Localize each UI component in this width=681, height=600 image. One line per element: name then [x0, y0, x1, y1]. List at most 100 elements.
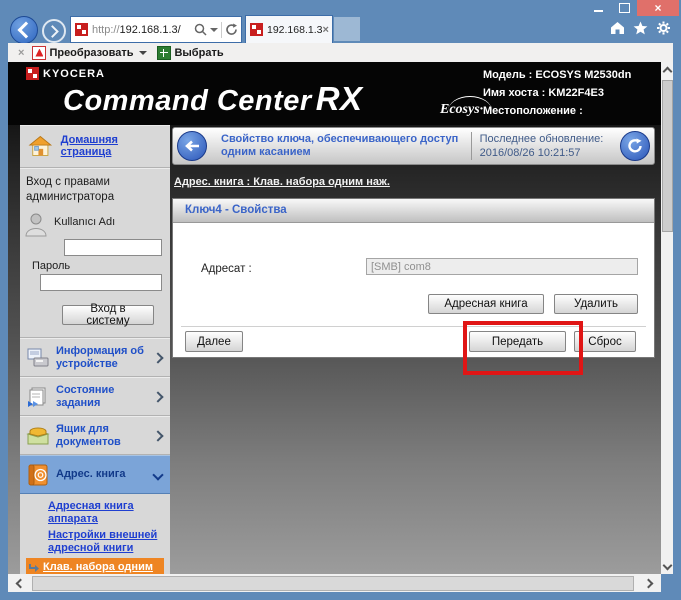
- vertical-scrollbar[interactable]: [661, 62, 673, 574]
- breadcrumb-link[interactable]: Адрес. книга : Клав. набора одним наж.: [174, 176, 390, 188]
- last-update-time: 2016/08/26 10:21:57: [480, 146, 616, 160]
- tab-favicon: [250, 23, 263, 36]
- chevron-right-icon: [152, 430, 163, 441]
- url-host: 192.168.1.3/: [120, 24, 181, 36]
- sidebar-item-address-book[interactable]: Адрес. книга: [20, 455, 170, 494]
- page-info-bar: Свойство ключа, обеспечивающего доступ о…: [172, 127, 655, 165]
- refresh-button[interactable]: [620, 131, 650, 161]
- scroll-left-button[interactable]: [8, 574, 30, 592]
- admin-login-heading: Вход с правами администратора: [24, 173, 166, 211]
- toolbar-close-icon[interactable]: ×: [18, 47, 24, 59]
- login-button[interactable]: Вход в систему: [62, 305, 154, 325]
- device-hostname: Имя хоста : KM22F4E3: [483, 84, 653, 102]
- pdf-convert-icon: [32, 46, 46, 60]
- window-controls: ×: [585, 0, 679, 16]
- app-title-suffix: RX: [316, 80, 363, 117]
- sidebar-item-label: Состояние задания: [56, 384, 148, 410]
- tab-close-icon[interactable]: ×: [322, 24, 333, 36]
- chevron-right-icon: [152, 391, 163, 402]
- back-button[interactable]: [10, 16, 38, 44]
- search-dropdown-icon[interactable]: [210, 28, 218, 32]
- submenu-item-one-touch-keys-active[interactable]: Клав. набора одним наж.: [26, 558, 164, 574]
- admin-login-section: Вход с правами администратора Kullanıcı …: [20, 168, 170, 338]
- chevron-right-icon: [152, 352, 163, 363]
- address-book-submenu: Адресная книга аппарата Настройки внешне…: [20, 494, 170, 574]
- favorites-star-icon[interactable]: [633, 21, 648, 35]
- divider: [221, 22, 222, 38]
- submenu-link-external-address-book[interactable]: Настройки внешней адресной книги: [48, 529, 164, 555]
- site-favicon: [75, 23, 88, 36]
- scroll-down-button[interactable]: [661, 558, 673, 574]
- forward-button[interactable]: [42, 19, 66, 43]
- home-icon[interactable]: [610, 21, 625, 35]
- recipient-input[interactable]: [366, 258, 638, 275]
- horizontal-scrollbar[interactable]: [8, 574, 661, 592]
- browser-window: × http://192.168.1.3/ 192.168.1.3 ×: [0, 0, 681, 600]
- delete-button[interactable]: Удалить: [554, 294, 638, 314]
- submit-button[interactable]: Передать: [469, 331, 566, 352]
- current-page-arrow-icon: [28, 562, 40, 574]
- scroll-up-button[interactable]: [661, 62, 673, 78]
- addon-toolbar: × Преобразовать Выбрать: [8, 43, 673, 63]
- site-header: KYOCERA Command CenterRX Ecosys· Модель …: [8, 62, 661, 125]
- convert-dropdown-icon[interactable]: [139, 51, 147, 55]
- minimize-button[interactable]: [585, 0, 611, 16]
- next-button[interactable]: Далее: [185, 331, 243, 352]
- refresh-icon: [627, 138, 643, 154]
- key-properties-panel: Ключ4 - Свойства Адресат : Адресная книг…: [172, 198, 655, 358]
- device-info-icon: [26, 347, 50, 369]
- vertical-scroll-thumb[interactable]: [662, 80, 673, 232]
- device-info: Модель : ECOSYS M2530dn Имя хоста : KM22…: [483, 66, 653, 120]
- tab-title: 192.168.1.3: [267, 24, 322, 36]
- home-page-link[interactable]: Домашняя страница: [61, 134, 166, 158]
- close-button[interactable]: ×: [637, 0, 679, 16]
- device-model: Модель : ECOSYS M2530dn: [483, 66, 653, 84]
- page-title: Свойство ключа, обеспечивающего доступ о…: [221, 133, 463, 159]
- back-page-button[interactable]: [177, 131, 207, 161]
- divider: [181, 326, 646, 327]
- sidebar-item-job-status[interactable]: Состояние задания: [20, 377, 170, 416]
- sidebar-item-document-box[interactable]: Ящик для документов: [20, 416, 170, 455]
- last-update: Последнее обновление: 2016/08/26 10:21:5…: [480, 132, 616, 160]
- maximize-button[interactable]: [611, 0, 637, 16]
- address-bar[interactable]: http://192.168.1.3/: [70, 16, 242, 43]
- sidebar-item-home[interactable]: Домашняя страница: [20, 125, 170, 168]
- sidebar-item-device-info[interactable]: Информация об устройстве: [20, 338, 170, 377]
- back-icon: [18, 22, 35, 39]
- kyocera-brand: KYOCERA: [26, 67, 105, 80]
- submenu-link-machine-address-book[interactable]: Адресная книга аппарата: [48, 500, 164, 526]
- settings-gear-icon[interactable]: [656, 21, 671, 35]
- panel-title: Ключ4 - Свойства: [173, 199, 654, 223]
- last-update-label: Последнее обновление:: [480, 132, 616, 146]
- username-input[interactable]: [64, 239, 162, 256]
- sidebar-item-label: Адрес. книга: [56, 468, 148, 481]
- reset-button[interactable]: Сброс: [574, 331, 636, 352]
- sidebar-item-label: Информация об устройстве: [56, 345, 148, 371]
- app-title: Command CenterRX: [63, 80, 363, 118]
- maximize-icon: [619, 3, 630, 13]
- recipient-label: Адресат :: [201, 263, 252, 275]
- select-button[interactable]: Выбрать: [174, 47, 223, 59]
- submenu-item-label: Клав. набора одним наж.: [43, 561, 161, 574]
- new-tab-button[interactable]: [334, 17, 360, 41]
- horizontal-scroll-thumb[interactable]: [32, 576, 634, 591]
- ecosys-logo: Ecosys·: [440, 102, 483, 118]
- device-location: Местоположение :: [483, 102, 653, 120]
- refresh-page-icon[interactable]: [225, 23, 238, 36]
- address-book-button[interactable]: Адресная книга: [428, 294, 544, 314]
- scroll-right-button[interactable]: [639, 574, 661, 592]
- divider: [471, 132, 472, 160]
- url-scheme: http://: [92, 24, 120, 36]
- brand-text: KYOCERA: [43, 68, 105, 80]
- browser-chrome: http://192.168.1.3/ 192.168.1.3 ×: [8, 15, 673, 43]
- close-icon: ×: [654, 1, 661, 15]
- main-content: Свойство ключа, обеспечивающего доступ о…: [172, 127, 655, 358]
- convert-button[interactable]: Преобразовать: [49, 47, 133, 59]
- search-icon[interactable]: [194, 23, 207, 36]
- password-input[interactable]: [40, 274, 162, 291]
- document-box-icon: [26, 425, 50, 447]
- page-viewport: KYOCERA Command CenterRX Ecosys· Модель …: [8, 62, 661, 574]
- browser-tab[interactable]: 192.168.1.3 ×: [245, 15, 333, 43]
- app-title-main: Command Center: [63, 85, 312, 117]
- sidebar: Домашняя страница Вход с правами админис…: [20, 125, 170, 574]
